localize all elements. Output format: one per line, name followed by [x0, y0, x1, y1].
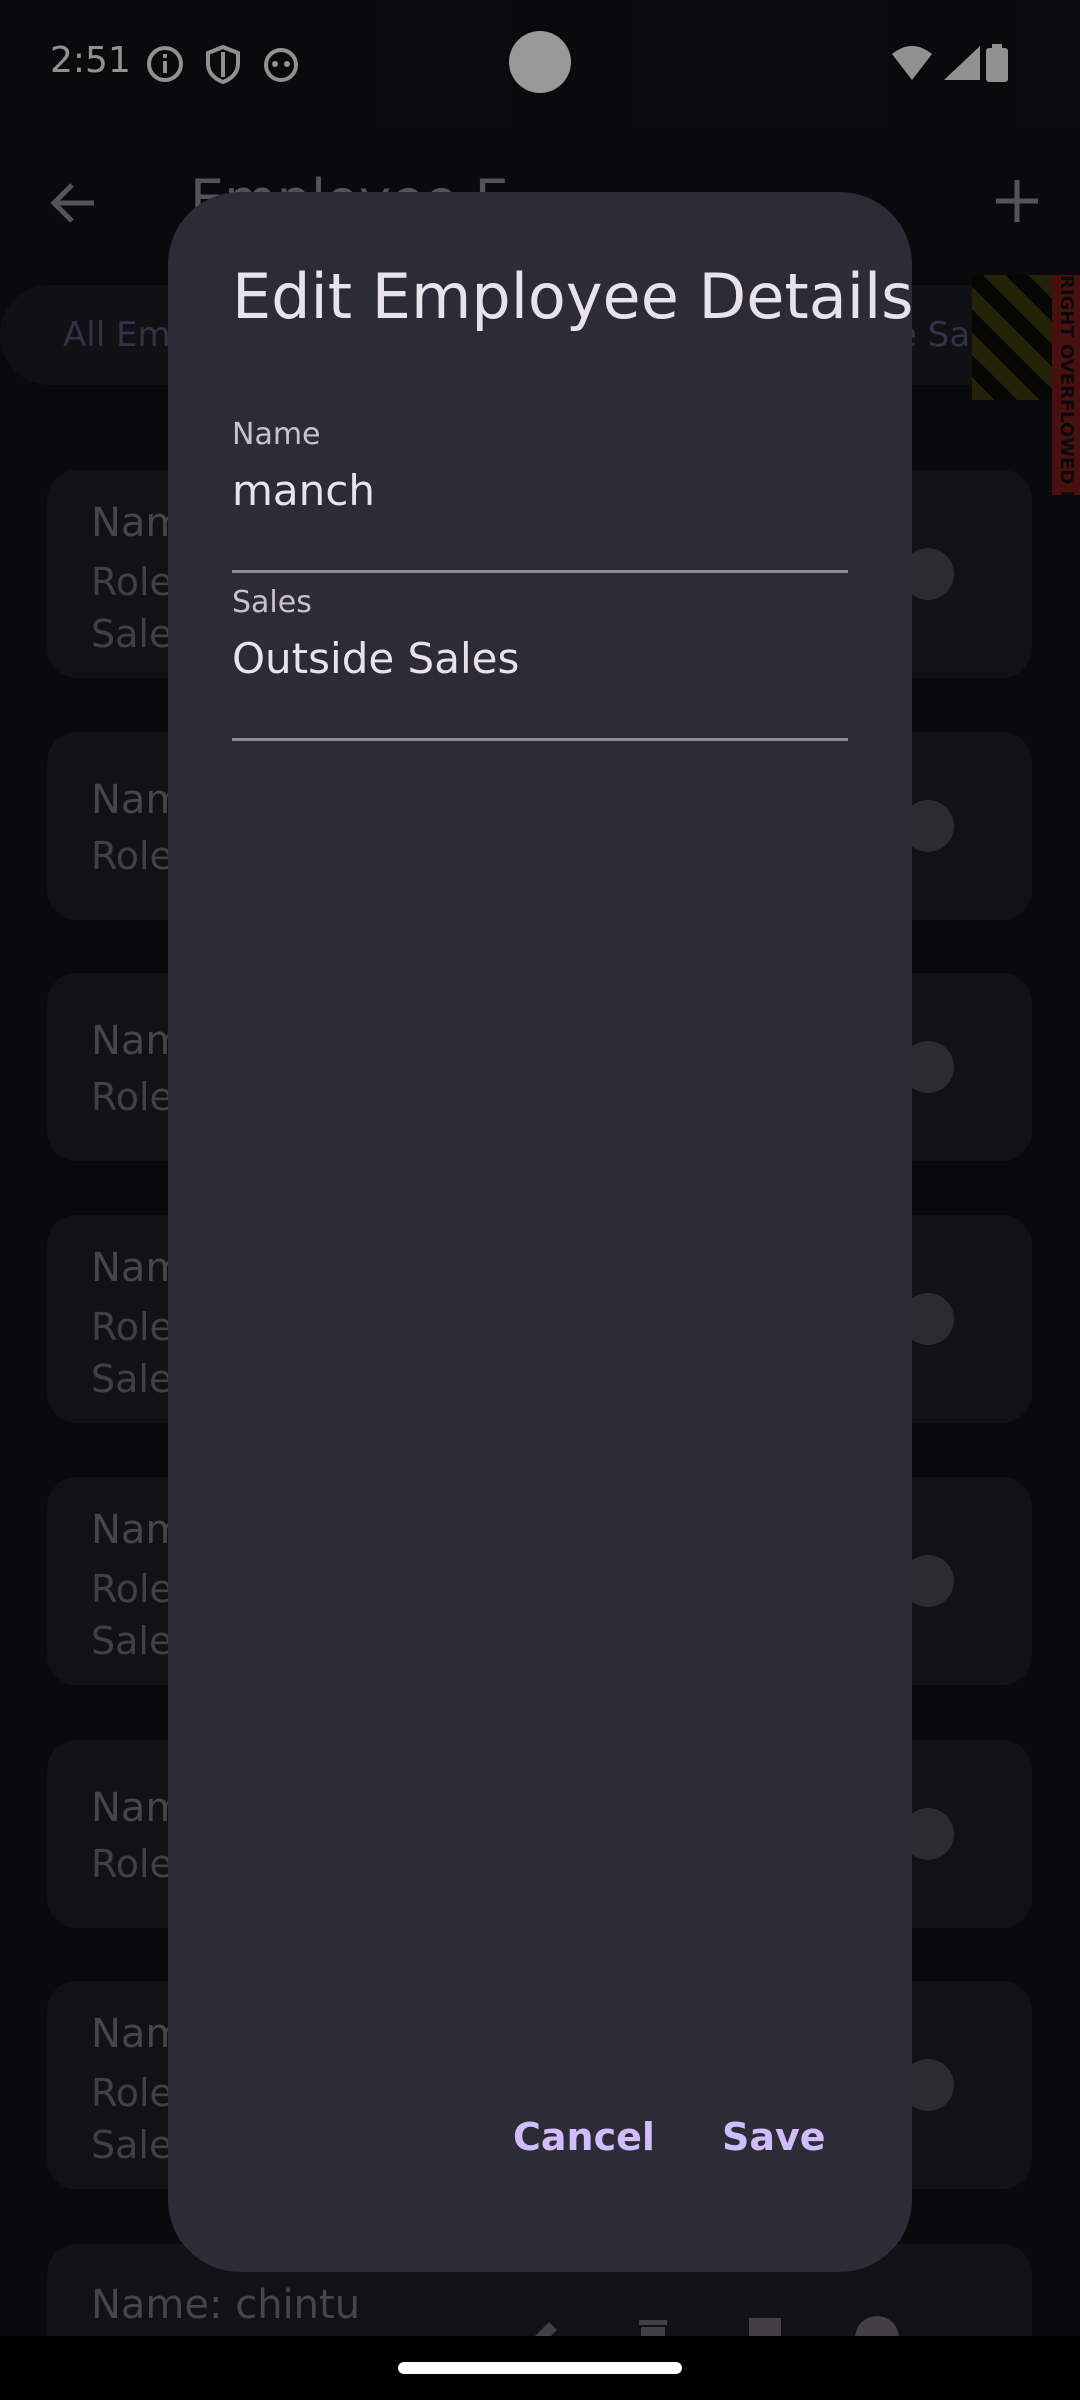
cancel-button[interactable]: Cancel — [501, 2107, 667, 2167]
dialog-title: Edit Employee Details — [232, 260, 914, 333]
edit-employee-dialog: Edit Employee Details Name Sales Cancel … — [168, 192, 914, 2272]
name-field-label: Name — [232, 417, 321, 452]
name-field-underline — [232, 570, 848, 573]
sales-field-underline — [232, 738, 848, 741]
sales-input[interactable] — [232, 623, 848, 693]
name-field: Name — [232, 417, 848, 575]
sales-field-label: Sales — [232, 585, 312, 620]
name-input[interactable] — [232, 455, 848, 525]
save-button[interactable]: Save — [710, 2107, 838, 2167]
sales-field: Sales — [232, 585, 848, 743]
home-indicator[interactable] — [398, 2362, 682, 2374]
